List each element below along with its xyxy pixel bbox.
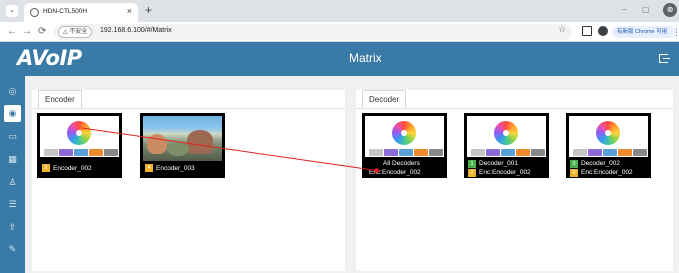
source-icon-strip — [573, 149, 647, 156]
decoder-card[interactable]: All Decoders Enc:Encoder_002 — [362, 113, 447, 178]
app-root: AVoIP Matrix ◎ ◉ ▭ ▦ ♙ ☰ ⇪ ✎ Encoder 2 E… — [0, 42, 679, 273]
decoder-id-badge: 3 — [570, 160, 578, 168]
devices-icon[interactable]: ▭ — [4, 128, 21, 145]
tab-encoder[interactable]: Encoder — [38, 90, 82, 108]
browser-tab[interactable]: HDN-CTL500H × — [24, 3, 138, 22]
serial-icon[interactable] — [104, 149, 118, 156]
serial-icon[interactable] — [633, 149, 647, 156]
wrench-icon[interactable]: ✎ — [4, 241, 21, 258]
side-panel-icon[interactable] — [582, 26, 592, 36]
usb-icon[interactable] — [588, 149, 602, 156]
usb-icon[interactable] — [384, 149, 398, 156]
user-icon[interactable]: ♙ — [4, 174, 21, 191]
source-icon-strip — [44, 149, 118, 156]
source-icon-strip — [471, 149, 545, 156]
input-icon[interactable] — [573, 149, 587, 156]
decoder-id-badge: 1 — [468, 160, 476, 168]
reload-icon[interactable]: ⟳ — [38, 25, 46, 39]
browser-tabstrip: ⌄ HDN-CTL500H × + – ▢ ⊗ — [0, 0, 679, 22]
audio-icon[interactable] — [603, 149, 617, 156]
reef-shape — [187, 130, 213, 154]
encoder-name: Encoder_003 — [156, 165, 195, 172]
source-icon-strip — [369, 149, 443, 156]
chrome-menu-icon[interactable]: ⋮ — [672, 25, 679, 39]
decoder-preview — [467, 116, 546, 157]
matrix-icon[interactable]: ◉ — [4, 105, 21, 122]
decoder-preview — [365, 116, 444, 157]
decoder-card[interactable]: 1 Decoder_001 2 Enc:Encoder_002 — [464, 113, 549, 178]
input-icon[interactable] — [44, 149, 58, 156]
ir-icon[interactable] — [618, 149, 632, 156]
reef-shape — [167, 142, 189, 156]
browser-toolbar: ← → ⟳ △ 不安全 192.168.6.100/#/Matrix ☆ 有新版… — [0, 22, 679, 42]
photos-app-icon — [596, 121, 620, 145]
url-text[interactable]: 192.168.6.100/#/Matrix — [100, 27, 172, 34]
audio-icon[interactable] — [399, 149, 413, 156]
decoder-card[interactable]: 3 Decoder_002 2 Enc:Encoder_002 — [566, 113, 651, 178]
tab-divider — [356, 108, 673, 109]
encoder-preview — [40, 116, 119, 157]
encoder-video-preview — [143, 116, 222, 161]
side-navigation: ◎ ◉ ▭ ▦ ♙ ☰ ⇪ ✎ — [0, 76, 25, 273]
favicon-icon — [30, 8, 39, 17]
encoder-card[interactable]: 2 Encoder_002 — [37, 113, 122, 178]
forward-icon[interactable]: → — [22, 25, 32, 39]
audio-icon[interactable] — [501, 149, 515, 156]
grid-icon[interactable]: ▦ — [4, 151, 21, 168]
ir-icon[interactable] — [516, 149, 530, 156]
tab-search-icon[interactable]: ⌄ — [6, 5, 18, 17]
encoder-card[interactable]: 4 Encoder_003 — [140, 113, 225, 178]
decoder-preview — [569, 116, 648, 157]
encoder-name: Encoder_002 — [53, 165, 92, 172]
decoder-source: Enc:Encoder_002 — [479, 169, 531, 176]
decoder-source: Enc:Encoder_002 — [369, 169, 421, 176]
encoder-id-badge: 4 — [145, 164, 153, 172]
audio-icon[interactable] — [74, 149, 88, 156]
photos-app-icon — [67, 121, 91, 145]
decoder-name: Decoder_001 — [479, 160, 519, 167]
tab-decoder[interactable]: Decoder — [362, 90, 407, 108]
chrome-update-pill[interactable]: 有新版 Chrome 可用 — [612, 26, 676, 38]
decoder-source: Enc:Encoder_002 — [581, 169, 633, 176]
tab-divider — [32, 108, 345, 109]
page-title: Matrix — [349, 51, 382, 65]
security-indicator[interactable]: △ 不安全 — [58, 26, 93, 38]
app-logo: AVoIP — [17, 46, 82, 70]
serial-icon[interactable] — [531, 149, 545, 156]
decoder-name: Decoder_002 — [581, 160, 621, 167]
source-encoder-badge: 2 — [570, 169, 578, 177]
upload-icon[interactable]: ⇪ — [4, 219, 21, 236]
ir-icon[interactable] — [89, 149, 103, 156]
settings-icon[interactable]: ☰ — [4, 196, 21, 213]
usb-icon[interactable] — [486, 149, 500, 156]
photos-app-icon — [494, 121, 518, 145]
source-encoder-badge: 2 — [468, 169, 476, 177]
photos-app-icon — [392, 121, 416, 145]
profile-icon[interactable] — [598, 26, 608, 36]
decoder-name: All Decoders — [383, 160, 420, 167]
ir-icon[interactable] — [414, 149, 428, 156]
close-window-icon[interactable]: ⊗ — [663, 3, 677, 17]
usb-icon[interactable] — [59, 149, 73, 156]
tab-close-icon[interactable]: × — [127, 6, 132, 16]
address-bar[interactable]: △ 不安全 192.168.6.100/#/Matrix — [54, 24, 572, 40]
app-header: AVoIP Matrix — [0, 42, 679, 76]
serial-icon[interactable] — [429, 149, 443, 156]
back-icon[interactable]: ← — [7, 25, 17, 39]
encoder-id-badge: 2 — [42, 164, 50, 172]
logout-icon[interactable] — [659, 54, 670, 63]
input-icon[interactable] — [369, 149, 383, 156]
new-tab-icon[interactable]: + — [145, 3, 152, 17]
bookmark-star-icon[interactable]: ☆ — [558, 24, 566, 35]
reef-shape — [147, 134, 167, 154]
input-icon[interactable] — [471, 149, 485, 156]
restore-icon[interactable]: ▢ — [642, 5, 650, 14]
decoder-panel: Decoder All Decoders Enc:Encoder_002 1 D… — [356, 90, 673, 271]
minimize-icon[interactable]: – — [622, 5, 626, 14]
encoder-panel: Encoder 2 Encoder_002 4 Encoder_003 — [32, 90, 345, 271]
tab-title: HDN-CTL500H — [43, 8, 88, 15]
layers-icon[interactable]: ◎ — [4, 83, 21, 100]
